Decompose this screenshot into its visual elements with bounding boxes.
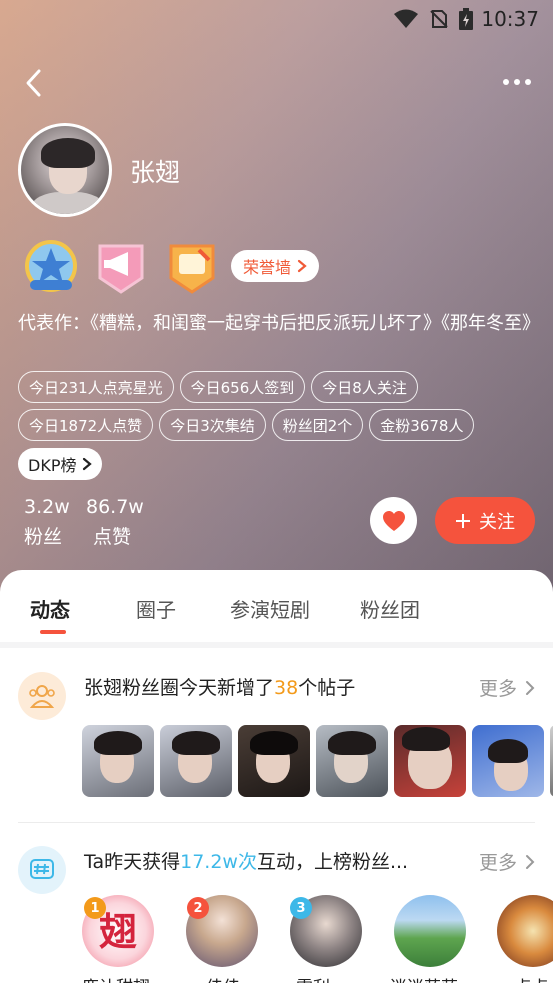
post-thumbnail[interactable] xyxy=(238,725,310,797)
fan-name: 雷利 xyxy=(296,973,330,983)
fans-label: 粉丝 xyxy=(24,526,63,548)
rank-badge: 1 xyxy=(84,897,106,919)
fan-avatar[interactable] xyxy=(394,895,466,967)
fan-circle-title[interactable]: 张翅粉丝圈今天新增了38个帖子 xyxy=(84,673,355,700)
stat-tag[interactable]: 今日1872人点赞 xyxy=(18,409,154,441)
like-button[interactable] xyxy=(370,497,417,544)
honor-wall-label: 荣誉墙 xyxy=(243,258,292,277)
tab-active-indicator xyxy=(40,630,66,634)
tab-fan-club[interactable]: 粉丝团 xyxy=(360,594,420,623)
status-icons xyxy=(393,8,473,30)
fan-name: 佳佳 xyxy=(206,973,240,983)
chevron-right-icon xyxy=(83,457,93,471)
fans-stat[interactable]: 3.2w 粉丝 xyxy=(24,496,70,549)
rank-badge: 3 xyxy=(290,897,312,919)
badge-megaphone-icon[interactable] xyxy=(92,238,150,296)
heart-icon xyxy=(382,510,405,531)
stat-tag[interactable]: 今日3次集结 xyxy=(159,409,266,441)
fan-circle-thumbnails xyxy=(82,725,553,797)
fan-circle-more-link[interactable]: 更多 xyxy=(479,674,535,701)
interaction-rank-title[interactable]: Ta昨天获得17.2w次互动，上榜粉丝... xyxy=(84,847,408,874)
tab-circle[interactable]: 圈子 xyxy=(136,594,176,623)
more-options-icon[interactable] xyxy=(503,72,535,92)
post-thumbnail[interactable] xyxy=(82,725,154,797)
stat-tag[interactable]: 今日8人关注 xyxy=(311,371,418,403)
svg-text:翅: 翅 xyxy=(99,910,137,954)
no-sim-icon xyxy=(430,10,448,28)
interaction-rank-more-link[interactable]: 更多 xyxy=(479,848,535,875)
fans-count: 3.2w xyxy=(24,496,70,518)
post-thumbnail[interactable] xyxy=(472,725,544,797)
chevron-right-icon xyxy=(526,854,535,869)
tab-dramas[interactable]: 参演短剧 xyxy=(230,594,310,623)
post-count-highlight: 38 xyxy=(274,677,299,699)
stat-tag[interactable]: 今日656人签到 xyxy=(179,371,306,403)
battery-icon xyxy=(459,8,473,30)
interaction-count-highlight: 17.2w次 xyxy=(180,851,257,873)
stat-tag[interactable]: 粉丝团2个 xyxy=(271,409,364,441)
honor-wall-button[interactable]: 荣誉墙 xyxy=(231,250,320,282)
chevron-right-icon xyxy=(297,259,307,273)
profile-name: 张翅 xyxy=(130,158,181,187)
avatar[interactable] xyxy=(18,123,112,217)
card-separator xyxy=(18,822,535,823)
stats-tags-row-2: 今日1872人点赞 今日3次集结 粉丝团2个 金粉3678人 xyxy=(18,409,475,441)
fan-name: 迷迷茫茫 xyxy=(390,973,458,983)
back-arrow-icon[interactable] xyxy=(22,68,48,98)
dkp-rank-button[interactable]: DKP榜 xyxy=(18,448,103,480)
badge-scroll-icon[interactable] xyxy=(163,238,221,296)
badge-star-icon[interactable] xyxy=(22,238,80,296)
status-time: 10:37 xyxy=(481,7,539,31)
rank-badge: 2 xyxy=(187,897,209,919)
post-thumbnail[interactable] xyxy=(316,725,388,797)
chevron-right-icon xyxy=(526,680,535,695)
stats-tags-row-1: 今日231人点亮星光 今日656人签到 今日8人关注 xyxy=(18,371,418,403)
likes-stat[interactable]: 86.7w 点赞 xyxy=(86,496,144,549)
content-panel: 动态 圈子 参演短剧 粉丝团 张翅粉丝圈今天新增了38个帖子 更多 Ta昨天获得… xyxy=(0,570,553,983)
post-thumbnail[interactable] xyxy=(160,725,232,797)
fan-circle-icon xyxy=(18,672,66,720)
dkp-label: DKP榜 xyxy=(28,456,77,475)
fan-name: 卢卢 xyxy=(514,973,548,983)
stat-tag[interactable]: 今日231人点亮星光 xyxy=(18,371,174,403)
status-bar: 10:37 xyxy=(0,0,553,38)
follow-button[interactable]: 关注 xyxy=(435,497,535,544)
wifi-icon xyxy=(394,9,418,28)
tab-feed[interactable]: 动态 xyxy=(30,594,70,623)
representative-works: 代表作：《糟糕，和闺蜜一起穿书后把反派玩儿坏了》《那年冬至》 xyxy=(18,313,540,334)
stat-tag[interactable]: 金粉3678人 xyxy=(369,409,475,441)
fan-name: 鹿让甜翅 xyxy=(82,973,150,983)
likes-label: 点赞 xyxy=(93,526,132,548)
tab-bar: 动态 圈子 参演短剧 粉丝团 xyxy=(0,570,553,640)
follow-label: 关注 xyxy=(479,511,515,533)
fan-avatar[interactable] xyxy=(497,895,553,967)
post-thumbnail[interactable] xyxy=(394,725,466,797)
plus-icon xyxy=(456,513,470,528)
likes-count: 86.7w xyxy=(86,496,144,518)
section-divider xyxy=(0,642,553,648)
interaction-rank-icon xyxy=(18,846,66,894)
